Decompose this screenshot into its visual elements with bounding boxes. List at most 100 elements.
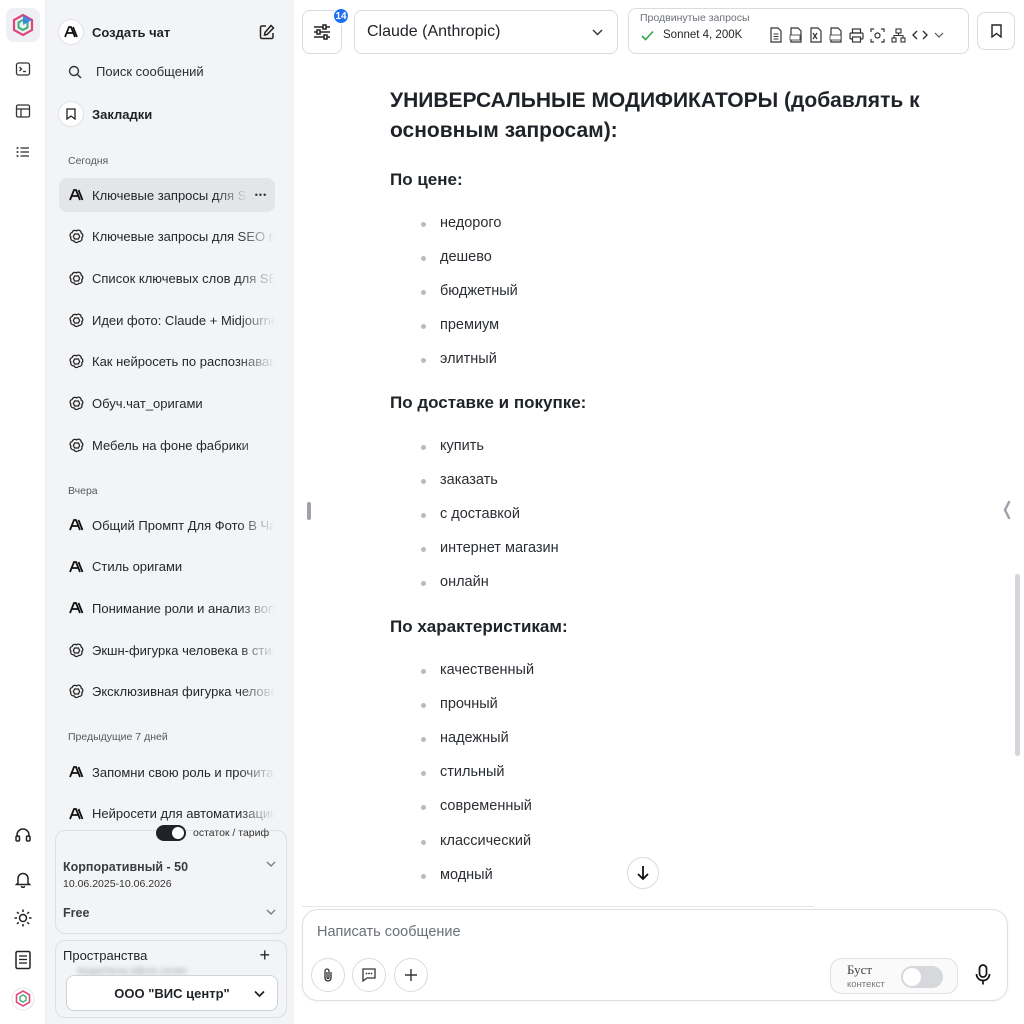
list-item: прочный <box>421 696 498 713</box>
chevron-down-icon[interactable] <box>266 860 276 868</box>
right-panel-toggle-icon[interactable] <box>1003 500 1011 520</box>
plan-free: Free <box>63 906 90 920</box>
chevron-down-icon[interactable] <box>934 32 944 39</box>
anthropic-icon <box>58 19 84 45</box>
section-heading: По характеристикам: <box>390 617 568 636</box>
openai-icon <box>68 684 84 700</box>
chat-item-label: Нейросети для автоматизации <box>92 806 275 822</box>
chat-item[interactable]: Обуч.чат_оригами <box>59 387 275 421</box>
chat-item[interactable]: Список ключевых слов для SEO <box>59 261 275 295</box>
docx-file-icon[interactable] <box>829 27 843 43</box>
chat-item-label: Ключевые запросы для SEO <box>92 187 247 203</box>
table-icon[interactable] <box>8 96 38 126</box>
paperclip-icon <box>322 967 334 983</box>
print-icon[interactable] <box>849 27 864 43</box>
advanced-requests[interactable]: Продвинутые запросы Sonnet 4, 200K <box>628 8 969 54</box>
document-icon[interactable] <box>8 945 38 975</box>
search-icon <box>68 65 82 79</box>
headset-icon[interactable] <box>8 820 38 850</box>
txt-file-icon[interactable] <box>769 27 783 43</box>
chat-item[interactable]: Запомни свою роль и прочитай <box>59 755 275 789</box>
plus-icon <box>404 968 418 982</box>
chat-item[interactable]: Ключевые запросы для SEO••• <box>59 178 275 212</box>
advanced-label: Продвинутые запросы <box>640 12 750 24</box>
bookmarks-label: Закладки <box>92 106 153 122</box>
add-space-icon[interactable]: + <box>259 945 270 966</box>
sun-icon[interactable] <box>8 903 38 933</box>
chevron-down-icon[interactable] <box>266 908 276 916</box>
message-content: УНИВЕРСАЛЬНЫЕ МОДИФИКАТОРЫ (добавлять к … <box>390 86 990 883</box>
org-select[interactable]: ООО "ВИС центр" <box>66 975 278 1011</box>
plan-box: остаток / тариф Корпоративный - 50 10.06… <box>55 825 287 934</box>
list-item: надежный <box>421 730 509 747</box>
attach-button[interactable] <box>311 958 345 992</box>
list-item: премиум <box>420 317 500 334</box>
plan-dates: 10.06.2025-10.06.2026 <box>63 878 172 890</box>
bookmark-button[interactable] <box>977 12 1015 50</box>
chat-item-label: Как нейросеть по распознаванию <box>92 354 275 370</box>
list-item: качественный <box>420 662 535 678</box>
section-today: Сегодня <box>68 155 109 167</box>
code-icon[interactable] <box>912 29 928 41</box>
openai-icon <box>68 270 84 286</box>
chat-item[interactable]: Экшн-фигурка человека в стиле <box>59 633 275 667</box>
list-item: бюджетный <box>421 283 518 300</box>
terminal-icon[interactable] <box>8 54 38 84</box>
chat-item[interactable]: Стиль оригами <box>59 550 275 584</box>
prompts-button[interactable] <box>352 958 386 992</box>
scrollbar[interactable] <box>1015 574 1020 756</box>
app-logo-icon[interactable] <box>6 8 40 42</box>
openai-icon <box>68 396 84 412</box>
chat-bubble-icon <box>361 967 377 983</box>
user-avatar-icon[interactable] <box>8 984 38 1014</box>
chat-item[interactable]: Мебель на фоне фабрики <box>59 428 275 462</box>
openai-icon <box>68 437 84 453</box>
openai-icon <box>68 229 84 245</box>
list-item: классический <box>420 832 532 849</box>
openai-icon <box>68 642 84 658</box>
new-chat-label: Создать чат <box>92 24 171 40</box>
message-input[interactable] <box>317 924 977 940</box>
chat-item[interactable]: Эксклюзивная фигурка человека <box>59 675 275 709</box>
chat-item[interactable]: Понимание роли и анализ вопроса <box>59 591 275 625</box>
add-button[interactable] <box>394 958 428 992</box>
section-week: Предыдущие 7 дней <box>68 731 168 743</box>
check-icon <box>641 30 654 41</box>
scroll-down-button[interactable] <box>627 857 659 889</box>
anthropic-icon <box>68 517 84 533</box>
more-options-icon[interactable]: ••• <box>247 190 275 200</box>
edit-icon[interactable] <box>258 23 276 41</box>
chat-item[interactable]: Общий Промпт Для Фото В Чат <box>59 508 275 542</box>
microphone-icon[interactable] <box>975 964 991 986</box>
list-item: заказать <box>421 472 498 489</box>
boost-context[interactable]: Буст контекст <box>830 958 958 994</box>
header: 14 Claude (Anthropic) Продвинутые запрос… <box>294 0 1024 62</box>
pdf-file-icon[interactable] <box>789 27 803 43</box>
openai-icon <box>68 312 84 328</box>
new-chat-row[interactable]: Создать чат <box>58 19 282 45</box>
boost-toggle[interactable] <box>901 966 943 988</box>
list-item: купить <box>421 438 484 454</box>
search-messages[interactable]: Поиск сообщений <box>68 64 282 79</box>
list-icon[interactable] <box>8 137 38 167</box>
plan-name: Корпоративный - 50 <box>63 860 189 874</box>
chat-item[interactable]: Идеи фото: Claude + Midjourney <box>59 303 275 337</box>
excel-file-icon[interactable] <box>809 27 823 43</box>
section-heading: По цене: <box>390 170 463 189</box>
anthropic-icon <box>68 559 84 575</box>
balance-toggle[interactable] <box>156 825 186 841</box>
bookmarks-row[interactable]: Закладки <box>58 101 282 127</box>
composer: Буст контекст <box>302 909 1008 1001</box>
openai-icon <box>68 354 84 370</box>
left-resize-handle[interactable] <box>307 502 311 520</box>
share-network-icon[interactable] <box>891 27 906 43</box>
screenshot-icon[interactable] <box>870 27 885 43</box>
spaces-title: Пространства <box>63 948 148 963</box>
bell-icon[interactable] <box>8 864 38 894</box>
chat-item-label: Ключевые запросы для SEO продвижения <box>92 229 275 245</box>
chat-item[interactable]: Как нейросеть по распознаванию <box>59 345 275 379</box>
model-select[interactable]: Claude (Anthropic) <box>354 10 618 54</box>
anthropic-icon <box>68 806 84 822</box>
chat-item-label: Идеи фото: Claude + Midjourney <box>92 312 275 328</box>
chat-item[interactable]: Ключевые запросы для SEO продвижения <box>59 220 275 254</box>
